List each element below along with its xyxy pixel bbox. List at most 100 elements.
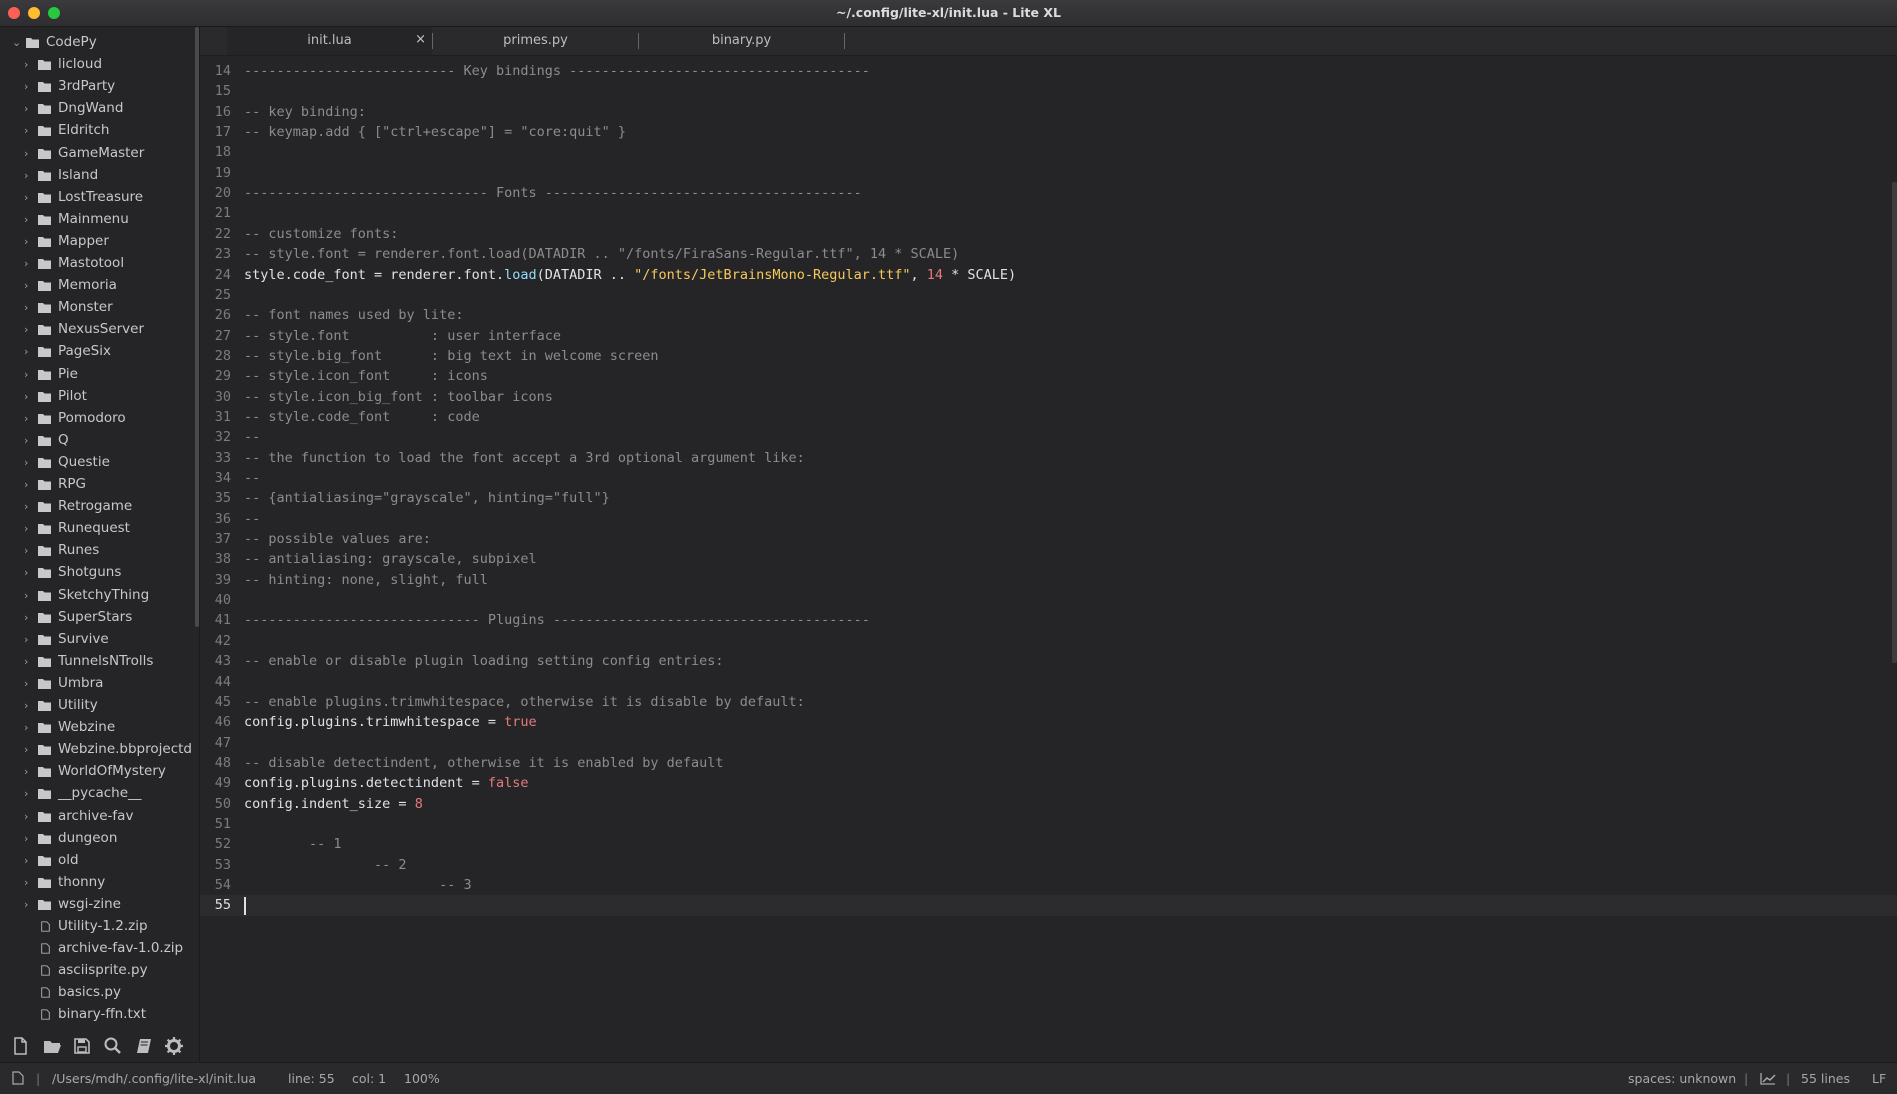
tree-file[interactable]: archive-fav-1.0.zip xyxy=(0,938,197,960)
tab-close-icon[interactable]: × xyxy=(415,32,426,47)
code-line[interactable]: 52 -- 1 xyxy=(200,834,1897,854)
tree-folder[interactable]: › Pilot xyxy=(0,386,197,408)
editor-scrollbar[interactable] xyxy=(1892,182,1897,663)
code-line[interactable]: 22 -- customize fonts: xyxy=(200,224,1897,244)
code-line[interactable]: 41 ----------------------------- Plugins … xyxy=(200,610,1897,630)
code-line[interactable]: 26 -- font names used by lite: xyxy=(200,305,1897,325)
code-editor[interactable]: 14 -------------------------- Key binding… xyxy=(200,56,1897,1062)
tree-folder[interactable]: › Runes xyxy=(0,540,197,562)
tree-folder[interactable]: › 3rdParty xyxy=(0,76,197,98)
code-line[interactable]: 39 -- hinting: none, slight, full xyxy=(200,570,1897,590)
code-line[interactable]: 42 xyxy=(200,631,1897,651)
tree-folder[interactable]: › Monster xyxy=(0,297,197,319)
code-line[interactable]: 20 ------------------------------ Fonts -… xyxy=(200,183,1897,203)
search-icon[interactable] xyxy=(103,1036,123,1056)
chart-icon[interactable] xyxy=(1760,1072,1776,1085)
tree-folder[interactable]: › SketchyThing xyxy=(0,585,197,607)
tree-folder[interactable]: › Webzine xyxy=(0,717,197,739)
gear-icon[interactable] xyxy=(164,1036,184,1056)
tree-folder[interactable]: › DngWand xyxy=(0,98,197,120)
tree-root-folder[interactable]: ⌄ CodePy xyxy=(0,32,197,54)
tree-folder[interactable]: › Umbra xyxy=(0,673,197,695)
code-line[interactable]: 33 -- the function to load the font accep… xyxy=(200,448,1897,468)
tree-folder[interactable]: › archive-fav xyxy=(0,806,197,828)
code-line[interactable]: 31 -- style.code_font : code xyxy=(200,407,1897,427)
code-line[interactable]: 35 -- {antialiasing="grayscale", hinting=… xyxy=(200,488,1897,508)
code-line[interactable]: 36 -- xyxy=(200,509,1897,529)
tree-folder[interactable]: › NexusServer xyxy=(0,319,197,341)
tree-folder[interactable]: › Mastotool xyxy=(0,253,197,275)
code-line[interactable]: 44 xyxy=(200,672,1897,692)
code-line[interactable]: 16 -- key binding: xyxy=(200,102,1897,122)
current-code-line[interactable]: 55 xyxy=(200,895,1897,916)
tree-folder[interactable]: › Questie xyxy=(0,452,197,474)
tree-folder[interactable]: › licloud xyxy=(0,54,197,76)
tab-primes-py[interactable]: primes.py xyxy=(433,27,638,55)
tree-folder[interactable]: › old xyxy=(0,850,197,872)
save-icon[interactable] xyxy=(72,1036,92,1056)
tree-folder[interactable]: › Eldritch xyxy=(0,120,197,142)
tree-file[interactable]: asciisprite.py xyxy=(0,960,197,982)
tree-folder[interactable]: › Q xyxy=(0,430,197,452)
code-line[interactable]: 43 -- enable or disable plugin loading se… xyxy=(200,651,1897,671)
tree-folder[interactable]: › thonny xyxy=(0,872,197,894)
code-line[interactable]: 27 -- style.font : user interface xyxy=(200,326,1897,346)
code-line[interactable]: 45 -- enable plugins.trimwhitespace, othe… xyxy=(200,692,1897,712)
tree-folder[interactable]: › Mainmenu xyxy=(0,209,197,231)
tree-folder[interactable]: › WorldOfMystery xyxy=(0,761,197,783)
code-line[interactable]: 40 xyxy=(200,590,1897,610)
code-line[interactable]: 19 xyxy=(200,163,1897,183)
tab-binary-py[interactable]: binary.py xyxy=(639,27,844,55)
code-line[interactable]: 30 -- style.icon_big_font : toolbar icons xyxy=(200,387,1897,407)
tree-file[interactable]: Utility-1.2.zip xyxy=(0,916,197,938)
tree-folder[interactable]: › dungeon xyxy=(0,828,197,850)
tree-folder[interactable]: › Runequest xyxy=(0,518,197,540)
tree-folder[interactable]: › Island xyxy=(0,165,197,187)
tree-folder[interactable]: › SuperStars xyxy=(0,607,197,629)
code-line[interactable]: 18 xyxy=(200,142,1897,162)
tree-folder[interactable]: › GameMaster xyxy=(0,143,197,165)
code-line[interactable]: 32 -- xyxy=(200,427,1897,447)
tree-folder[interactable]: › Retrogame xyxy=(0,496,197,518)
code-line[interactable]: 15 xyxy=(200,81,1897,101)
tree-folder[interactable]: › Survive xyxy=(0,629,197,651)
code-line[interactable]: 17 -- keymap.add { ["ctrl+escape"] = "cor… xyxy=(200,122,1897,142)
tree-file[interactable]: basics.py xyxy=(0,982,197,1004)
code-line[interactable]: 24 style.code_font = renderer.font.load(D… xyxy=(200,265,1897,285)
tree-folder[interactable]: › wsgi-zine xyxy=(0,894,197,916)
tree-folder[interactable]: › Shotguns xyxy=(0,562,197,584)
code-line[interactable]: 23 -- style.font = renderer.font.load(DAT… xyxy=(200,244,1897,264)
book-icon[interactable] xyxy=(134,1036,154,1056)
tree-folder[interactable]: › Mapper xyxy=(0,231,197,253)
tree-folder[interactable]: › LostTreasure xyxy=(0,187,197,209)
tab-init-lua[interactable]: init.lua × xyxy=(227,27,432,55)
code-line[interactable]: 38 -- antialiasing: grayscale, subpixel xyxy=(200,549,1897,569)
code-line[interactable]: 50 config.indent_size = 8 xyxy=(200,794,1897,814)
code-line[interactable]: 34 -- xyxy=(200,468,1897,488)
tree-folder[interactable]: › Memoria xyxy=(0,275,197,297)
code-line[interactable]: 48 -- disable detectindent, otherwise it … xyxy=(200,753,1897,773)
new-file-icon[interactable] xyxy=(10,1036,30,1056)
tree-folder[interactable]: › Utility xyxy=(0,695,197,717)
code-line[interactable]: 29 -- style.icon_font : icons xyxy=(200,366,1897,386)
code-line[interactable]: 51 xyxy=(200,814,1897,834)
code-line[interactable]: 47 xyxy=(200,733,1897,753)
tree-file[interactable]: binary-ffn.txt xyxy=(0,1004,197,1026)
tree-folder[interactable]: › RPG xyxy=(0,474,197,496)
code-line[interactable]: 37 -- possible values are: xyxy=(200,529,1897,549)
code-line[interactable]: 14 -------------------------- Key binding… xyxy=(200,61,1897,81)
code-line[interactable]: 54 -- 3 xyxy=(200,875,1897,895)
code-line[interactable]: 49 config.plugins.detectindent = false xyxy=(200,773,1897,793)
tree-folder[interactable]: › PageSix xyxy=(0,341,197,363)
status-line-ending[interactable]: LF xyxy=(1872,1071,1886,1086)
code-line[interactable]: 53 -- 2 xyxy=(200,855,1897,875)
file-tree[interactable]: ⌄ CodePy › licloud › 3rdParty › DngWand › Eldritc… xyxy=(0,27,197,1031)
tree-folder[interactable]: › Pomodoro xyxy=(0,408,197,430)
tree-folder[interactable]: › TunnelsNTrolls xyxy=(0,651,197,673)
code-line[interactable]: 21 xyxy=(200,203,1897,223)
code-line[interactable]: 25 xyxy=(200,285,1897,305)
tree-folder[interactable]: › Webzine.bbprojectd xyxy=(0,739,197,761)
open-folder-icon[interactable] xyxy=(42,1036,62,1056)
code-line[interactable]: 46 config.plugins.trimwhitespace = true xyxy=(200,712,1897,732)
code-line[interactable]: 28 -- style.big_font : big text in welcom… xyxy=(200,346,1897,366)
